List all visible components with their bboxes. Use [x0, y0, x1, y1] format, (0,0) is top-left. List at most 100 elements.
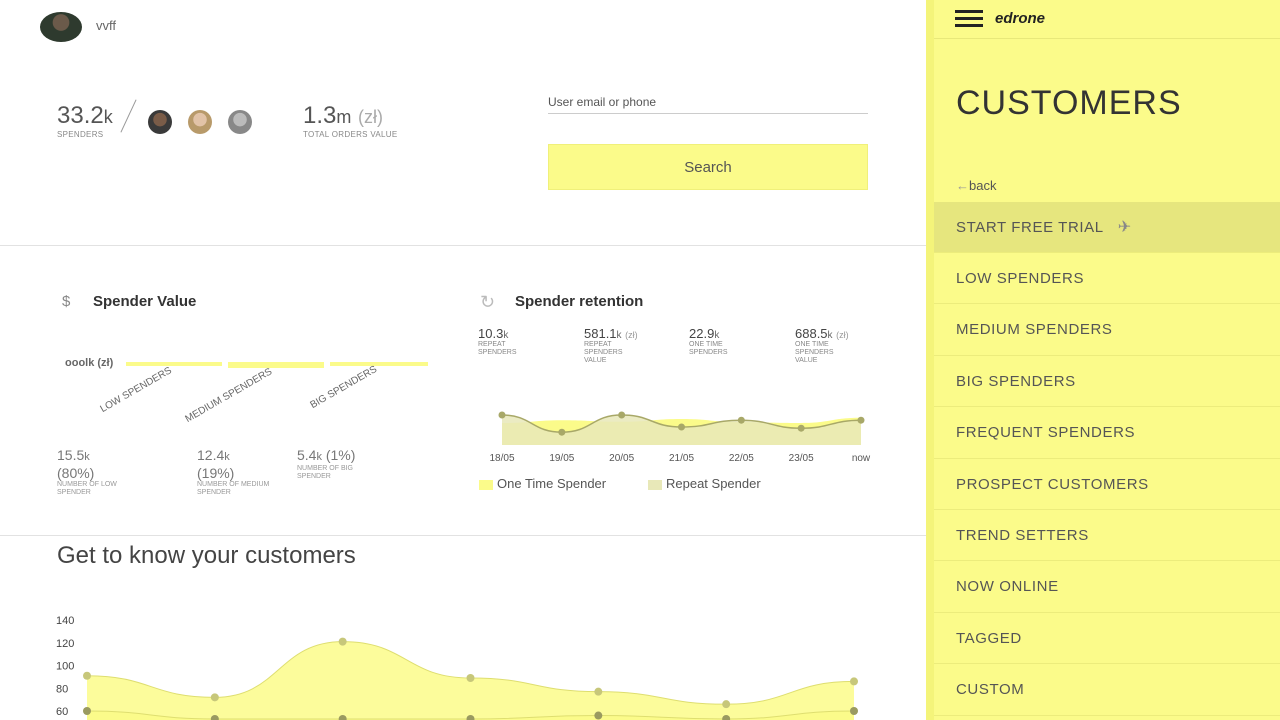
x-tick-label: 23/05: [789, 453, 814, 464]
y-tick-label: 80: [56, 683, 68, 695]
rocket-icon: ✈: [1117, 219, 1132, 236]
group-unit: k: [316, 451, 322, 463]
stat-caption: REPEAT SPENDERS VALUE: [584, 341, 623, 364]
spenders-unit: k: [103, 107, 113, 127]
retention-title: Spender retention: [515, 293, 644, 310]
data-point[interactable]: [850, 707, 858, 715]
spenders-stat: 33.2k SPENDERS: [57, 102, 113, 139]
sidebar-item-trend-setters[interactable]: TREND SETTERS: [934, 510, 1280, 562]
group-value: 5.4: [297, 447, 317, 463]
data-point[interactable]: [594, 687, 603, 696]
search-input[interactable]: User email or phone: [548, 95, 868, 114]
data-point[interactable]: [594, 711, 603, 720]
legend-one-time[interactable]: One Time Spender: [479, 476, 606, 491]
bar-big-spenders[interactable]: [330, 362, 428, 366]
big-spender-group: 5.4k (1%) NUMBER OF BIG SPENDER: [297, 447, 387, 481]
data-point[interactable]: [338, 637, 347, 646]
sidebar-title: CUSTOMERS: [956, 84, 1182, 122]
orders-currency: (zł): [358, 107, 384, 127]
x-tick-label: 21/05: [669, 453, 694, 464]
legend-label: Repeat Spender: [666, 476, 761, 491]
refresh-icon: ↻: [480, 292, 496, 312]
data-point[interactable]: [498, 411, 506, 419]
data-point[interactable]: [466, 674, 475, 683]
stat-currency: (zł): [836, 330, 849, 340]
legend-swatch: [479, 479, 493, 490]
sidebar-item-label: START FREE TRIAL: [956, 218, 1104, 236]
stat-value: 10.3: [478, 326, 504, 341]
group-caption: NUMBER OF BIG SPENDER: [297, 465, 354, 480]
data-point[interactable]: [618, 411, 626, 419]
search-button[interactable]: Search: [548, 144, 868, 190]
divider: [120, 99, 137, 133]
stat-unit: k: [503, 330, 509, 341]
group-unit: k: [84, 451, 90, 463]
data-point[interactable]: [737, 416, 745, 424]
sidebar-item-frequent-spenders[interactable]: FREQUENT SPENDERS: [934, 408, 1280, 459]
back-label: back: [969, 178, 997, 193]
hamburger-menu-icon[interactable]: [955, 10, 983, 28]
back-link[interactable]: ←back: [956, 178, 996, 193]
group-unit: k: [224, 451, 230, 463]
retention-stat: 22.9k ONE TIME SPENDERS: [689, 326, 749, 357]
bar-label-medium: MEDIUM SPENDERS: [183, 366, 275, 425]
sidebar-item-prospect-customers[interactable]: PROSPECT CUSTOMERS: [934, 459, 1280, 510]
stat-value: 581.1: [584, 326, 617, 341]
sidebar-item-low-spenders[interactable]: LOW SPENDERS: [934, 253, 1280, 305]
spender-avatar[interactable]: [148, 110, 172, 134]
data-point[interactable]: [797, 424, 805, 432]
data-point[interactable]: [850, 677, 858, 686]
sidebar-item-custom[interactable]: CUSTOM: [934, 665, 1280, 716]
sidebar-item-start-free-trial[interactable]: START FREE TRIAL ✈: [934, 202, 1280, 253]
spenders-caption: SPENDERS: [57, 130, 104, 139]
orders-caption: TOTAL ORDERS VALUE: [303, 130, 398, 139]
legend-repeat[interactable]: Repeat Spender: [648, 476, 761, 491]
data-point[interactable]: [558, 428, 566, 436]
stat-caption: REPEAT SPENDERS: [478, 341, 517, 356]
sidebar-item-label: TREND SETTERS: [956, 526, 1089, 544]
data-point[interactable]: [678, 423, 685, 431]
y-tick-label: 140: [56, 615, 74, 627]
spender-value-title: Spender Value: [93, 293, 197, 310]
stat-unit: k: [827, 330, 833, 341]
sidebar-item-medium-spenders[interactable]: MEDIUM SPENDERS: [934, 305, 1280, 356]
user-avatar[interactable]: [40, 12, 82, 42]
group-value: 15.5: [57, 447, 85, 463]
stat-caption: ONE TIME SPENDERS VALUE: [795, 341, 834, 364]
data-point[interactable]: [83, 671, 91, 680]
stat-unit: k: [616, 330, 622, 341]
bar-medium-spenders[interactable]: [228, 362, 324, 368]
legend-swatch: [648, 479, 662, 490]
sidebar-item-label: TAGGED: [956, 629, 1022, 647]
data-point[interactable]: [857, 416, 865, 424]
sidebar-item-label: CUSTOM: [956, 681, 1025, 699]
legend-label: One Time Spender: [497, 476, 607, 491]
arrow-left-icon: ←: [956, 178, 969, 193]
sidebar-item-now-online[interactable]: NOW ONLINE: [934, 562, 1280, 613]
username[interactable]: vvff: [96, 18, 116, 33]
orders-stat: 1.3m (zł) TOTAL ORDERS VALUE: [303, 102, 397, 139]
customers-section-title: Get to know your customers: [57, 542, 356, 569]
section-divider: [0, 535, 926, 536]
customers-chart: 140 120 100 80 60: [56, 615, 858, 720]
spender-avatar[interactable]: [228, 110, 252, 134]
sidebar-item-big-spenders[interactable]: BIG SPENDERS: [934, 356, 1280, 408]
sidebar-item-tagged[interactable]: TAGGED: [934, 613, 1280, 665]
stat-caption: ONE TIME SPENDERS: [689, 341, 728, 356]
data-point[interactable]: [83, 707, 91, 715]
bar-label-big: BIG SPENDERS: [308, 363, 379, 411]
spender-value-axis-label: ooolk (zł): [65, 357, 114, 369]
data-point[interactable]: [210, 693, 219, 702]
orders-unit: m: [336, 107, 352, 127]
spender-avatar[interactable]: [188, 110, 212, 134]
retention-stat: 688.5k (zł) ONE TIME SPENDERS VALUE: [795, 326, 855, 365]
sidebar-item-label: MEDIUM SPENDERS: [956, 321, 1113, 339]
bar-low-spenders[interactable]: [126, 362, 222, 366]
data-point[interactable]: [722, 700, 731, 709]
medium-spender-group: 12.4k (19%) NUMBER OF MEDIUM SPENDER: [197, 447, 287, 497]
section-divider: [0, 245, 926, 246]
stat-value: 688.5: [795, 326, 828, 341]
x-tick-label: 18/05: [489, 453, 514, 464]
x-tick-label: 22/05: [729, 453, 754, 464]
brand-logo[interactable]: edrone: [995, 10, 1045, 27]
